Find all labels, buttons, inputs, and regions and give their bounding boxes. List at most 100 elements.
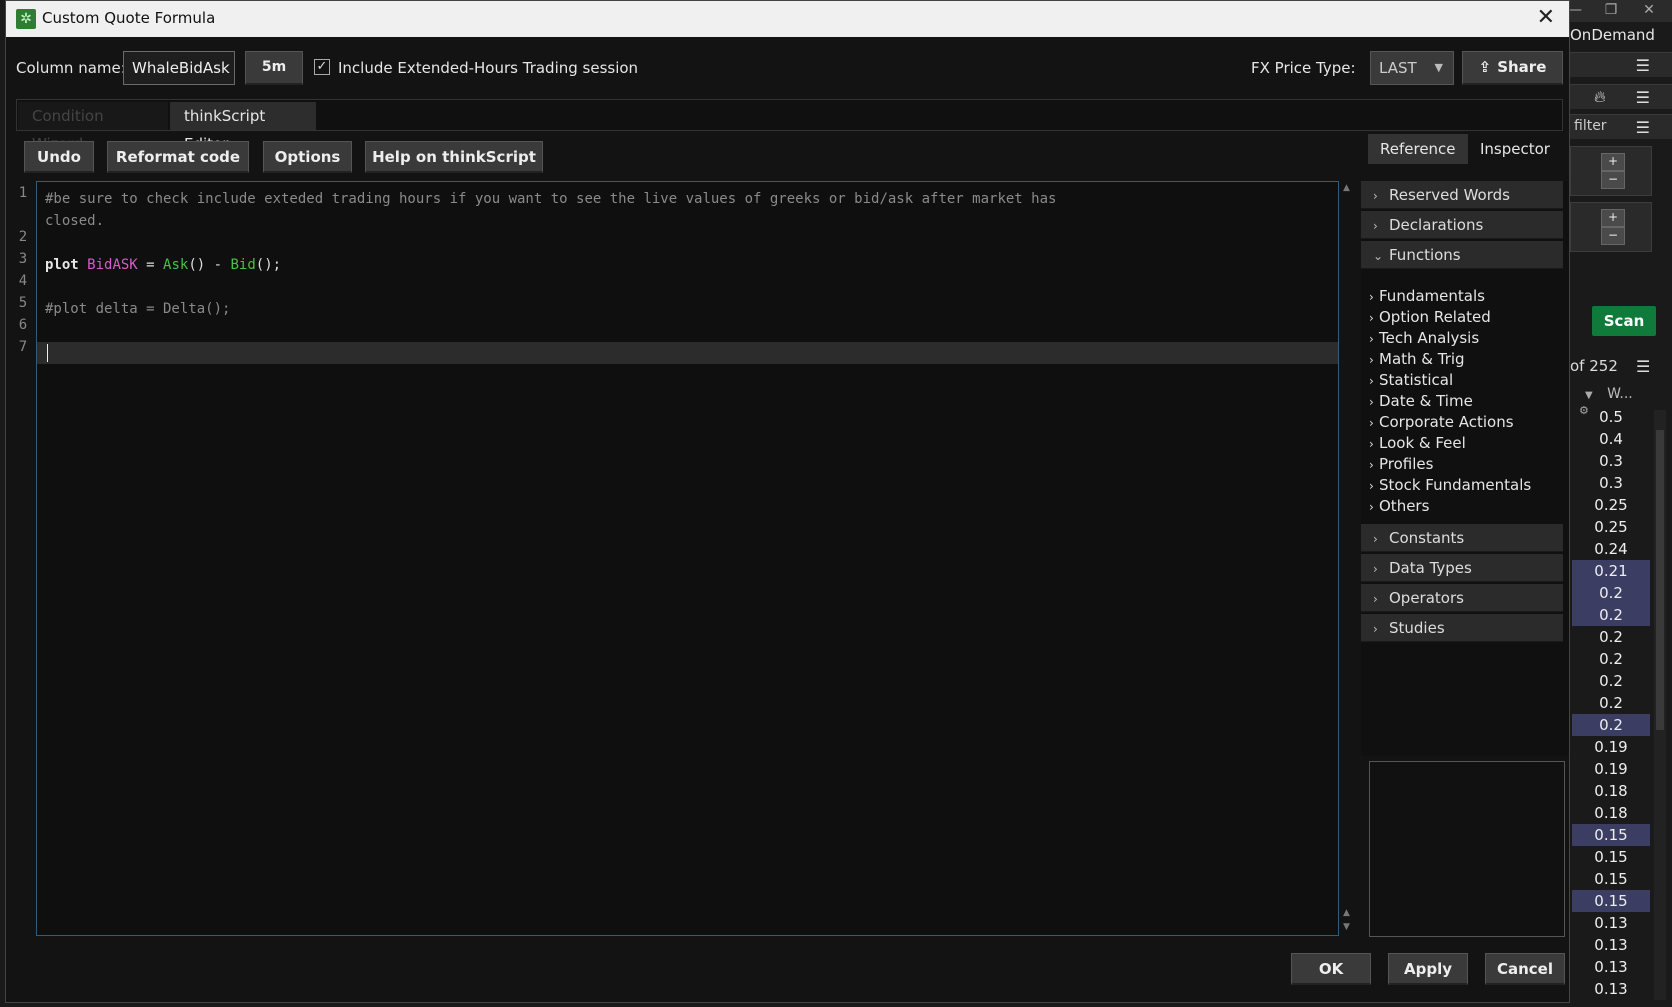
value-cell[interactable]: 0.24 — [1572, 538, 1650, 560]
value-cell[interactable]: 0.2 — [1572, 692, 1650, 714]
reference-category[interactable]: › Operators — [1361, 584, 1563, 612]
value-cell[interactable]: 0.21 — [1572, 560, 1650, 582]
value-cell[interactable]: 0.13 — [1572, 978, 1650, 1000]
fx-price-type-select[interactable]: LAST ▼ — [1370, 51, 1454, 85]
function-group-label: Date & Time — [1379, 392, 1473, 410]
function-group-item[interactable]: › Statistical — [1369, 369, 1453, 391]
undo-button[interactable]: Undo — [24, 141, 94, 173]
scroll-up-icon[interactable]: ▲ — [1343, 908, 1350, 918]
chevron-right-icon: › — [1369, 416, 1374, 430]
help-thinkscript-button[interactable]: Help on thinkScript — [365, 141, 543, 173]
aggregation-button[interactable]: 5m — [245, 51, 303, 85]
function-group-item[interactable]: › Stock Fundamentals — [1369, 474, 1531, 496]
value-cell[interactable]: 0.2 — [1572, 604, 1650, 626]
reference-category[interactable]: › Studies — [1361, 614, 1563, 642]
extended-hours-label[interactable]: Include Extended-Hours Trading session — [338, 59, 638, 77]
function-group-label: Statistical — [1379, 371, 1454, 389]
menu-icon[interactable]: ☰ — [1636, 357, 1650, 376]
function-group-item[interactable]: › Math & Trig — [1369, 348, 1465, 370]
options-button[interactable]: Options — [263, 141, 352, 173]
value-cell[interactable]: 0.19 — [1572, 758, 1650, 780]
value-cell[interactable]: 0.3 — [1572, 450, 1650, 472]
function-group-label: Corporate Actions — [1379, 413, 1514, 431]
column-header[interactable]: ▼ W... ⚙ — [1575, 386, 1650, 417]
code-keyword: plot — [45, 257, 79, 273]
value-cell[interactable]: 0.4 — [1572, 428, 1650, 450]
tab-thinkscript-editor[interactable]: thinkScript Editor — [170, 102, 316, 153]
background-scrollbar[interactable] — [1654, 410, 1666, 1000]
value-cell[interactable]: 0.15 — [1572, 890, 1650, 912]
value-cell[interactable]: 0.13 — [1572, 956, 1650, 978]
code-editor[interactable]: #be sure to check include exteded tradin… — [36, 181, 1339, 936]
chevron-right-icon: › — [1373, 532, 1378, 546]
function-group-item[interactable]: › Date & Time — [1369, 390, 1473, 412]
code-operator: = — [137, 257, 164, 273]
value-cell[interactable]: 0.13 — [1572, 912, 1650, 934]
flame-icon[interactable]: 🔥︎ — [1594, 87, 1606, 107]
plus-icon[interactable]: + — [1601, 153, 1625, 171]
restore-icon[interactable]: ❐ — [1596, 0, 1626, 22]
value-cell[interactable]: 0.2 — [1572, 714, 1650, 736]
plus-icon[interactable]: + — [1601, 209, 1625, 227]
menu-icon[interactable]: ☰ — [1636, 118, 1650, 137]
scrollbar-thumb[interactable] — [1656, 430, 1664, 730]
menu-icon[interactable]: ☰ — [1636, 88, 1650, 107]
reference-category[interactable]: ⌄ Functions — [1361, 241, 1563, 269]
value-cell[interactable]: 0.3 — [1572, 472, 1650, 494]
value-cell[interactable]: 0.5 — [1572, 406, 1650, 428]
function-group-item[interactable]: › Option Related — [1369, 306, 1491, 328]
function-group-label: Fundamentals — [1379, 287, 1485, 305]
value-cell[interactable]: 0.2 — [1572, 582, 1650, 604]
value-cell[interactable]: 0.25 — [1572, 516, 1650, 538]
share-button[interactable]: ⇪ Share — [1462, 51, 1563, 85]
close-icon[interactable]: ✕ — [1634, 0, 1664, 22]
reference-category-label: Studies — [1389, 619, 1445, 637]
tab-condition-wizard[interactable]: Condition Wizard — [18, 102, 168, 153]
reference-category[interactable]: › Constants — [1361, 524, 1563, 552]
function-group-item[interactable]: › Tech Analysis — [1369, 327, 1479, 349]
scroll-down-icon[interactable]: ▼ — [1343, 922, 1350, 932]
value-cell[interactable]: 0.18 — [1572, 802, 1650, 824]
reference-category[interactable]: › Data Types — [1361, 554, 1563, 582]
function-group-item[interactable]: › Corporate Actions — [1369, 411, 1514, 433]
value-cell[interactable]: 0.15 — [1572, 846, 1650, 868]
filter-label[interactable]: filter — [1574, 118, 1607, 134]
scan-button[interactable]: Scan — [1592, 306, 1656, 336]
chevron-right-icon: › — [1369, 290, 1374, 304]
value-cell[interactable]: 0.19 — [1572, 736, 1650, 758]
share-icon: ⇪ — [1478, 58, 1492, 76]
value-cell[interactable]: 0.2 — [1572, 670, 1650, 692]
function-group-item[interactable]: › Profiles — [1369, 453, 1433, 475]
value-cell[interactable]: 0.25 — [1572, 494, 1650, 516]
function-group-label: Profiles — [1379, 455, 1434, 473]
minus-icon[interactable]: − — [1601, 227, 1625, 245]
function-group-item[interactable]: › Others — [1369, 495, 1429, 517]
value-cell[interactable]: 0.15 — [1572, 868, 1650, 890]
function-group-item[interactable]: › Look & Feel — [1369, 432, 1466, 454]
reference-category[interactable]: › Declarations — [1361, 211, 1563, 239]
code-terminator: (); — [255, 257, 282, 273]
extended-hours-checkbox[interactable]: ✓ — [314, 59, 330, 75]
column-name-input[interactable]: WhaleBidAsk — [123, 51, 235, 85]
menu-icon[interactable]: ☰ — [1636, 56, 1650, 75]
close-icon[interactable]: ✕ — [1537, 5, 1555, 30]
value-cell[interactable]: 0.18 — [1572, 780, 1650, 802]
value-cell[interactable]: 0.13 — [1572, 934, 1650, 956]
reference-category-label: Functions — [1389, 246, 1461, 264]
tab-inspector[interactable]: Inspector — [1468, 134, 1562, 164]
ondemand-label[interactable]: OnDemand — [1570, 26, 1655, 44]
cancel-button[interactable]: Cancel — [1485, 953, 1565, 985]
apply-button[interactable]: Apply — [1388, 953, 1468, 985]
value-cell[interactable]: 0.2 — [1572, 626, 1650, 648]
editor-scrollbar[interactable]: ▲ ▲ ▼ — [1341, 181, 1353, 936]
function-group-item[interactable]: › Fundamentals — [1369, 285, 1485, 307]
ok-button[interactable]: OK — [1291, 953, 1371, 985]
value-cell[interactable]: 0.15 — [1572, 824, 1650, 846]
minus-icon[interactable]: − — [1601, 171, 1625, 189]
tab-reference[interactable]: Reference — [1368, 134, 1468, 164]
function-group-label: Others — [1379, 497, 1430, 515]
reference-category[interactable]: › Reserved Words — [1361, 181, 1563, 209]
value-cell[interactable]: 0.2 — [1572, 648, 1650, 670]
reformat-code-button[interactable]: Reformat code — [107, 141, 249, 173]
scroll-up-icon[interactable]: ▲ — [1343, 183, 1350, 193]
